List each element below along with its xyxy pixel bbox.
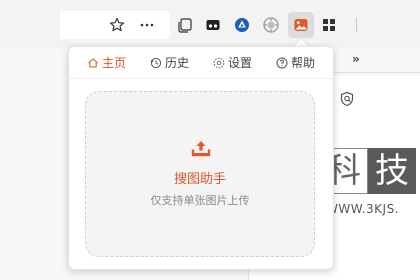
toolbar-separator xyxy=(356,18,357,32)
history-icon xyxy=(150,57,162,69)
nav-history[interactable]: 历史 xyxy=(150,54,189,71)
circle-extension-icon[interactable] xyxy=(258,12,284,38)
browser-toolbar xyxy=(0,0,420,48)
extension-icon[interactable] xyxy=(200,12,226,38)
upload-icon xyxy=(190,138,212,160)
help-icon xyxy=(276,57,288,69)
settings-icon xyxy=(213,57,225,69)
home-icon xyxy=(87,57,99,69)
shield-extension-icon[interactable] xyxy=(229,12,255,38)
overflow-chevron-icon[interactable]: » xyxy=(352,52,360,66)
nav-home[interactable]: 主页 xyxy=(87,54,126,71)
nav-help[interactable]: 帮助 xyxy=(276,54,315,71)
shield-icon[interactable] xyxy=(336,88,358,110)
apps-icon[interactable] xyxy=(316,12,342,38)
watermark: 科 技 xyxy=(320,148,416,194)
watermark-url: WWW.3KJS. xyxy=(326,202,400,216)
nav-label: 设置 xyxy=(227,56,252,70)
image-search-extension-icon[interactable] xyxy=(288,12,314,38)
popup-nav: 主页 历史 设置 帮助 xyxy=(69,47,333,79)
image-upload-dropzone[interactable]: 搜图助手 仅支持单张图片上传 xyxy=(85,91,315,257)
dropzone-subtitle: 仅支持单张图片上传 xyxy=(150,194,250,207)
extension-popup: 主页 历史 设置 帮助 搜图助手 仅支持单张图片上传 xyxy=(68,46,334,270)
collections-icon[interactable] xyxy=(172,12,198,38)
nav-label: 主页 xyxy=(101,56,126,70)
background-divider xyxy=(330,72,420,73)
nav-label: 历史 xyxy=(164,56,189,70)
dropzone-title: 搜图助手 xyxy=(173,172,226,187)
nav-settings[interactable]: 设置 xyxy=(213,54,252,71)
watermark-char: 技 xyxy=(368,148,416,194)
nav-label: 帮助 xyxy=(290,56,315,70)
favorite-star-icon[interactable] xyxy=(104,12,130,38)
more-icon[interactable] xyxy=(134,12,160,38)
